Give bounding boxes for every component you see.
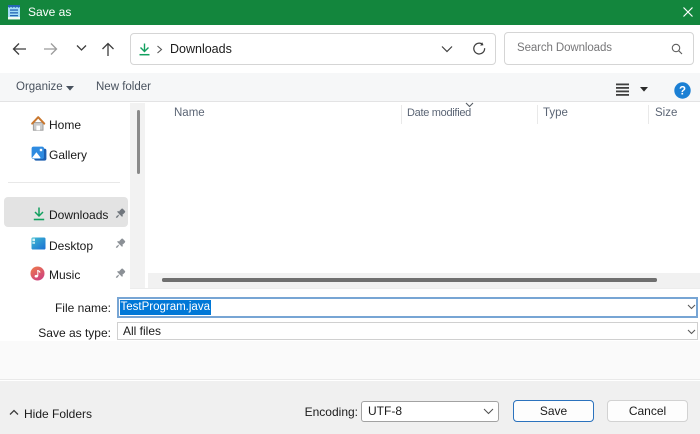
- svg-text:?: ?: [679, 86, 686, 98]
